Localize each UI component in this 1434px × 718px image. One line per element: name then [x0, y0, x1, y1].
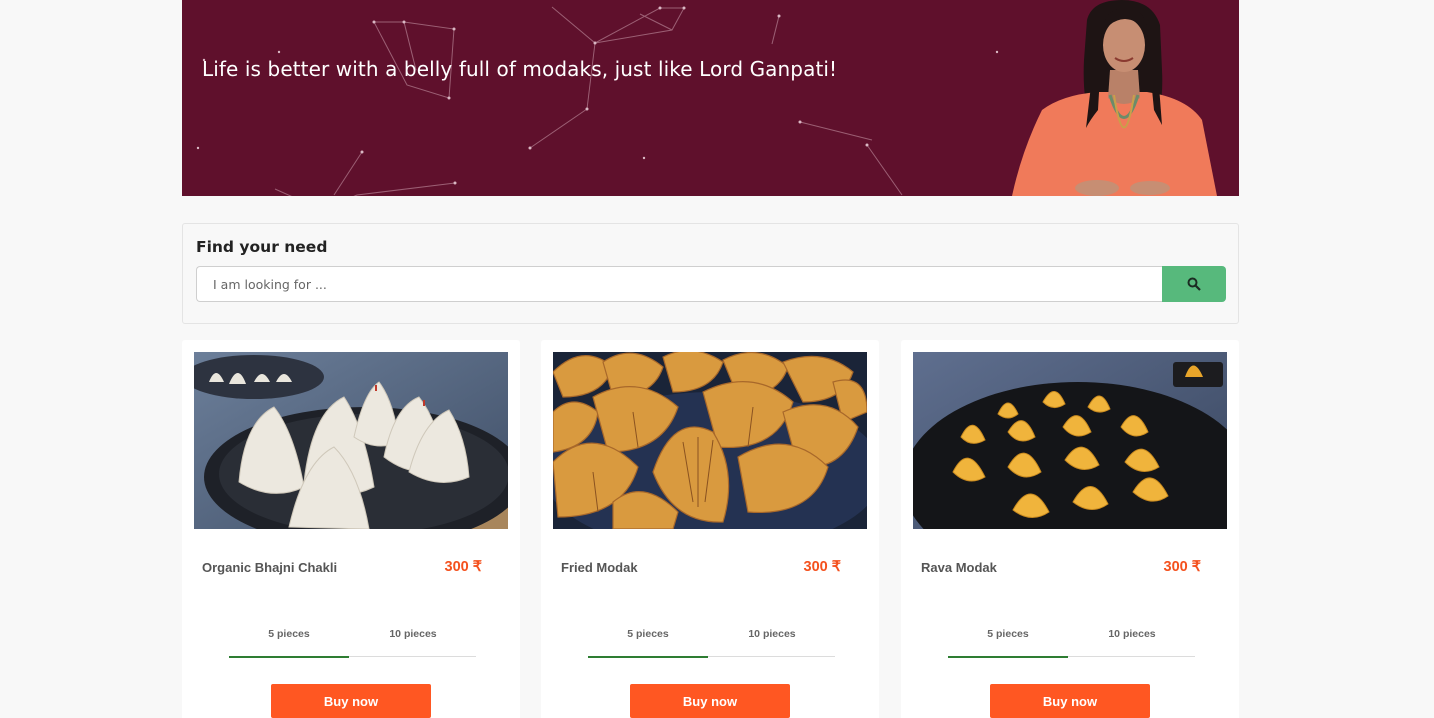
product-image-rava-modak[interactable]: [913, 352, 1227, 529]
buy-now-button[interactable]: Buy now: [630, 684, 790, 718]
tab-5-pieces[interactable]: 5 pieces: [229, 628, 349, 658]
product-image-white-modak[interactable]: [194, 352, 508, 529]
search-button[interactable]: [1162, 266, 1226, 302]
quantity-tabs: 5 pieces 10 pieces: [948, 622, 1195, 658]
tab-10-pieces[interactable]: 10 pieces: [1072, 628, 1192, 657]
search-input[interactable]: [196, 266, 1163, 302]
search-icon: [1187, 277, 1201, 291]
tab-5-pieces[interactable]: 5 pieces: [588, 628, 708, 658]
product-price: 300 ₹: [1163, 559, 1201, 575]
presenter-photo: [1012, 0, 1217, 196]
product-name: Fried Modak: [561, 560, 638, 575]
hero-banner: Life is better with a belly full of moda…: [182, 0, 1239, 196]
product-name: Rava Modak: [921, 560, 997, 575]
buy-now-button[interactable]: Buy now: [271, 684, 431, 718]
buy-now-button[interactable]: Buy now: [990, 684, 1150, 718]
product-price: 300 ₹: [803, 559, 841, 575]
find-your-need-panel: Find your need: [182, 223, 1239, 324]
finder-title: Find your need: [196, 238, 328, 256]
quantity-tabs: 5 pieces 10 pieces: [229, 622, 476, 658]
tab-10-pieces[interactable]: 10 pieces: [712, 628, 832, 657]
product-name: Organic Bhajni Chakli: [202, 560, 338, 575]
product-image-fried-modak[interactable]: [553, 352, 867, 529]
quantity-tabs: 5 pieces 10 pieces: [588, 622, 835, 658]
product-price: 300 ₹: [444, 559, 482, 575]
product-card: Rava Modak 300 ₹ 5 pieces 10 pieces Buy …: [901, 340, 1239, 718]
tab-5-pieces[interactable]: 5 pieces: [948, 628, 1068, 658]
tab-10-pieces[interactable]: 10 pieces: [353, 628, 473, 657]
product-card: Organic Bhajni Chakli 300 ₹ 5 pieces 10 …: [182, 340, 520, 718]
banner-tagline: Life is better with a belly full of moda…: [202, 57, 838, 81]
product-card: Fried Modak 300 ₹ 5 pieces 10 pieces Buy…: [541, 340, 879, 718]
